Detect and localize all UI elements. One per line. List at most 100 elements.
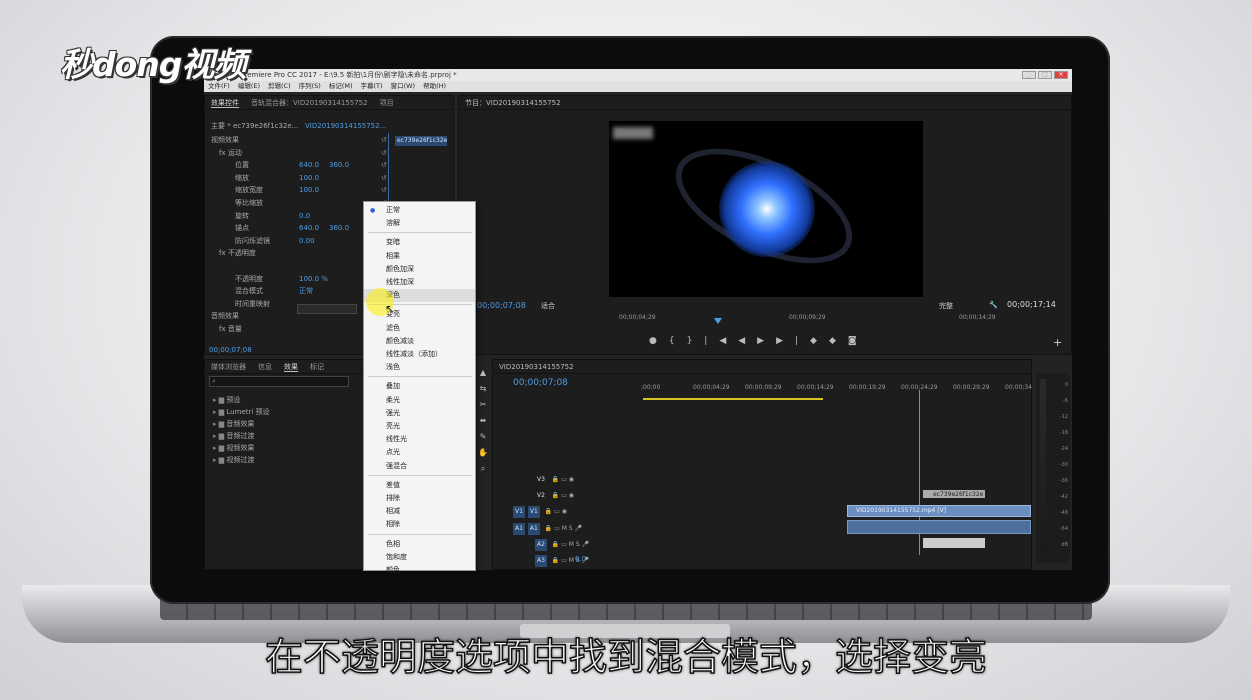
- menu-item[interactable]: 标记(M): [329, 82, 353, 90]
- effect-row-value[interactable]: 640.0: [299, 159, 319, 171]
- tab-0[interactable]: 效果控件: [211, 99, 239, 108]
- pm-playhead[interactable]: [714, 318, 722, 324]
- track-name[interactable]: A1: [527, 523, 540, 535]
- tab-1[interactable]: 音轨混合器：VID20190314155752: [251, 99, 368, 107]
- track-icons[interactable]: 🔒 ▭ ◉: [550, 492, 574, 499]
- mb-tab-0[interactable]: 媒体浏览器: [211, 363, 246, 371]
- blend-option[interactable]: 相乘: [364, 250, 475, 263]
- blend-option[interactable]: 溶解: [364, 217, 475, 230]
- maximize-button[interactable]: □: [1038, 71, 1052, 79]
- blend-option[interactable]: 相除: [364, 518, 475, 531]
- menu-item[interactable]: 序列(S): [299, 82, 321, 90]
- effects-folder[interactable]: ▸ ▆ 音频效果: [213, 418, 254, 430]
- effects-folder[interactable]: ▸ ▆ 视频过渡: [213, 454, 254, 466]
- menu-item[interactable]: 剪辑(C): [268, 82, 291, 90]
- menu-item[interactable]: 窗口(W): [391, 82, 416, 90]
- pm-timecode-left[interactable]: 00;00;07;08: [477, 301, 526, 310]
- blend-option[interactable]: 叠加: [364, 380, 475, 393]
- track-name[interactable]: V2: [535, 490, 547, 502]
- effects-folder[interactable]: ▸ ▆ 预设: [213, 394, 240, 406]
- video-track[interactable]: V2 🔒 ▭ ◉: [513, 490, 574, 502]
- a2-clip[interactable]: [923, 538, 985, 548]
- blend-option[interactable]: 颜色加深: [364, 263, 475, 276]
- blend-option[interactable]: 色相: [364, 538, 475, 551]
- blend-option[interactable]: 差值: [364, 479, 475, 492]
- pm-ruler[interactable]: 00;00;04;29 00;00;09;29 00;00;14;29: [609, 314, 1059, 324]
- quality-select[interactable]: 完整: [939, 301, 953, 311]
- blend-option[interactable]: 强混合: [364, 460, 475, 473]
- wrench-icon[interactable]: 🔧: [989, 301, 998, 309]
- blend-option[interactable]: ● 正常: [364, 204, 475, 217]
- timeline-timecode[interactable]: 00;00;07;08: [513, 378, 568, 388]
- tab-2[interactable]: 项目: [380, 99, 394, 107]
- mb-tab-2[interactable]: 效果: [284, 363, 298, 372]
- blend-option[interactable]: 颜色: [364, 564, 475, 577]
- v1-clip[interactable]: VID20190314155752.mp4 [V]: [847, 505, 1031, 517]
- reset-icon[interactable]: ↺: [381, 134, 387, 146]
- effect-row-value2[interactable]: 360.0: [329, 222, 349, 234]
- work-area-bar[interactable]: [643, 398, 823, 400]
- effect-row-value[interactable]: 正常: [299, 285, 313, 297]
- blend-option[interactable]: 浅色: [364, 361, 475, 374]
- blend-option[interactable]: 点光: [364, 446, 475, 459]
- minimize-button[interactable]: _: [1022, 71, 1036, 79]
- track-icons[interactable]: 🔒 ▭ M S 🎤: [550, 541, 589, 548]
- reset-icon[interactable]: ↺: [381, 184, 387, 196]
- add-button[interactable]: +: [1053, 336, 1062, 349]
- blend-mode-dropdown[interactable]: [297, 304, 357, 314]
- reset-icon[interactable]: ↺: [381, 172, 387, 184]
- blend-option[interactable]: 相减: [364, 505, 475, 518]
- audio-track[interactable]: A2 🔒 ▭ M S 🎤: [513, 539, 589, 551]
- clip-label[interactable]: VID20190314155752...: [305, 120, 386, 132]
- effect-row-value[interactable]: 100.0: [299, 184, 319, 196]
- track-name[interactable]: A3: [535, 555, 547, 567]
- tools-panel[interactable]: ▲ ⇆ ✂ ⬌ ✎ ✋ ⌕: [477, 365, 489, 545]
- track-name[interactable]: A2: [535, 539, 547, 551]
- track-name[interactable]: V3: [535, 474, 547, 486]
- blend-option[interactable]: 亮光: [364, 420, 475, 433]
- track-name[interactable]: V1: [527, 506, 540, 518]
- track-icons[interactable]: 🔒 ▭ ◉: [543, 508, 567, 515]
- blend-option[interactable]: 颜色减淡: [364, 335, 475, 348]
- effects-folder[interactable]: ▸ ▆ Lumetri 预设: [213, 406, 270, 418]
- fit-select[interactable]: 适合: [541, 301, 555, 311]
- effects-folder[interactable]: ▸ ▆ 视频效果: [213, 442, 254, 454]
- effect-row-value2[interactable]: 360.0: [329, 159, 349, 171]
- ec-timecode[interactable]: 00;00;07;08: [209, 346, 252, 354]
- effect-row-value[interactable]: 0.0: [299, 210, 310, 222]
- blend-option[interactable]: 柔光: [364, 394, 475, 407]
- v2-clip-box[interactable]: ec739e26f1c32e: [923, 490, 985, 498]
- effects-search-input[interactable]: ⌕: [209, 376, 349, 387]
- effects-folder[interactable]: ▸ ▆ 音频过渡: [213, 430, 254, 442]
- blend-option[interactable]: 线性减淡（添加）: [364, 348, 475, 361]
- reset-icon[interactable]: ↺: [381, 159, 387, 171]
- close-button[interactable]: ×: [1054, 71, 1068, 79]
- video-track[interactable]: V1 V1 🔒 ▭ ◉: [513, 506, 567, 518]
- menu-item[interactable]: 帮助(H): [423, 82, 446, 90]
- effect-row-value[interactable]: 100.0 %: [299, 273, 328, 285]
- transport-controls[interactable]: ●{}|◀◀▶▶|◆◆◙: [649, 336, 869, 346]
- blend-option[interactable]: 饱和度: [364, 551, 475, 564]
- blend-option[interactable]: 排除: [364, 492, 475, 505]
- reset-icon[interactable]: ↺: [381, 147, 387, 159]
- effect-row-value[interactable]: 640.0: [299, 222, 319, 234]
- track-target[interactable]: V1: [513, 506, 525, 518]
- video-track[interactable]: V3 🔒 ▭ ◉: [513, 474, 574, 486]
- ec-timeline-clip[interactable]: ec739e26f1c32e: [395, 136, 447, 146]
- timeline-ruler[interactable]: ;00;00 00;00;04;29 00;00;09;29 00;00;14;29 0…: [641, 384, 1032, 394]
- audio-track[interactable]: A1 A1 🔒 ▭ M S 🎤: [513, 523, 582, 535]
- effect-row-value[interactable]: 0.00: [299, 235, 315, 247]
- mb-tab-1[interactable]: 信息: [258, 363, 272, 371]
- blend-option[interactable]: 滤色: [364, 322, 475, 335]
- track-icons[interactable]: 🔒 ▭ M S 🎤: [543, 525, 582, 532]
- track-icons[interactable]: 🔒 ▭ ◉: [550, 476, 574, 483]
- volume-value[interactable]: 0.0: [575, 555, 586, 563]
- menu-item[interactable]: 字幕(T): [361, 82, 383, 90]
- blend-option[interactable]: 变暗: [364, 236, 475, 249]
- blend-option[interactable]: 强光: [364, 407, 475, 420]
- track-target[interactable]: A1: [513, 523, 525, 535]
- mb-tab-3[interactable]: 标记: [310, 363, 324, 371]
- effect-row-value[interactable]: 100.0: [299, 172, 319, 184]
- a1-clip[interactable]: [847, 520, 1031, 534]
- blend-option[interactable]: 线性光: [364, 433, 475, 446]
